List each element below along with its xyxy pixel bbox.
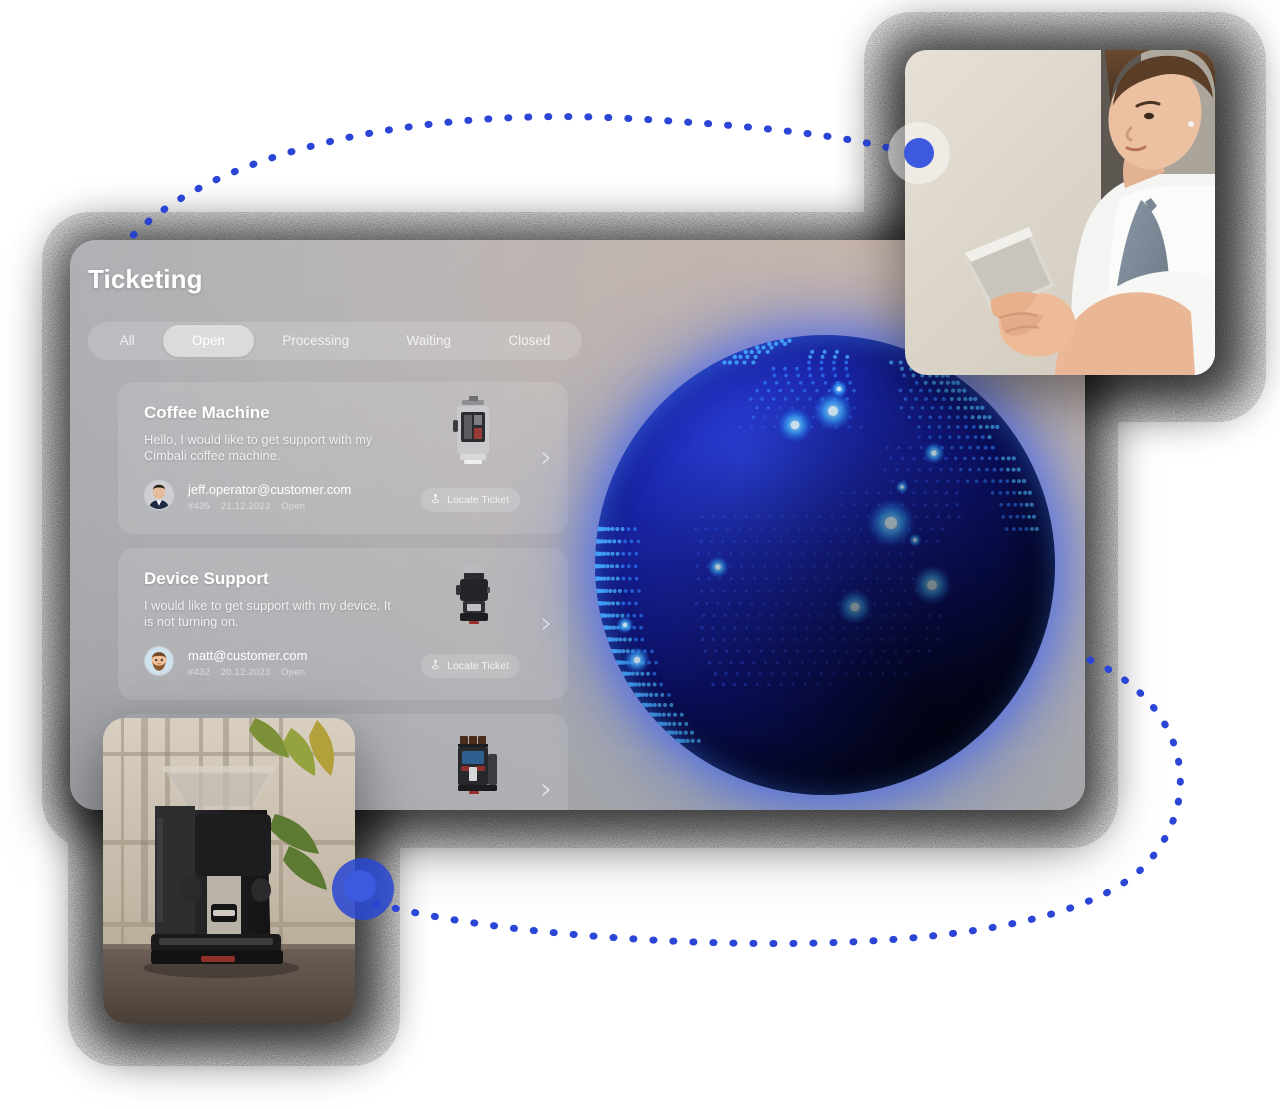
status-filter-tabs[interactable]: All Open Processing Waiting Closed: [88, 322, 582, 360]
locate-pin-icon: [430, 659, 441, 673]
ticket-title: Device Support: [144, 569, 269, 588]
ticket-description: I would like to get support with my devi…: [144, 598, 391, 629]
status-badge: Open: [281, 667, 306, 678]
globe-dot-map: [595, 338, 1039, 744]
espresso-machine-thumbnail: [436, 732, 512, 804]
coffee-machine-thumbnail: [436, 396, 512, 468]
chevron-right-icon[interactable]: [536, 781, 554, 799]
grinder-thumbnail: [436, 562, 512, 634]
ticket-email: jeff.operator@customer.com: [188, 482, 352, 497]
status-badge: Open: [281, 501, 306, 512]
locate-ticket-button[interactable]: Locate Ticket: [421, 488, 520, 512]
node-core: [904, 138, 934, 168]
ticket-id: #435: [188, 501, 210, 512]
photo-coffee-machine: [103, 718, 355, 1023]
world-globe-visualization: [595, 335, 1055, 795]
tab-open[interactable]: Open: [163, 325, 254, 357]
ticket-email: matt@customer.com: [188, 648, 308, 663]
locate-ticket-button[interactable]: Locate Ticket: [421, 654, 520, 678]
table-row[interactable]: Coffee Machine Hello, I would like to ge…: [118, 382, 568, 534]
orbit-node-bottom[interactable]: [332, 858, 394, 920]
ticket-date: 20.12.2023: [220, 667, 271, 678]
globe-sphere: [595, 335, 1055, 795]
avatar: [144, 480, 174, 510]
ticket-date: 21.12.2023: [220, 501, 271, 512]
chevron-right-icon[interactable]: [536, 615, 554, 633]
ticket-meta: #435 21.12.2023 Open: [188, 501, 313, 512]
tab-waiting[interactable]: Waiting: [378, 325, 480, 357]
orbit-node-top[interactable]: [888, 122, 950, 184]
chevron-right-icon[interactable]: [536, 449, 554, 467]
page-title: Ticketing: [88, 264, 203, 294]
ticket-title: Coffee Machine: [144, 403, 270, 422]
table-row[interactable]: Device Support I would like to get suppo…: [118, 548, 568, 700]
tab-processing[interactable]: Processing: [254, 325, 378, 357]
ticket-description: Hello, I would like to get support with …: [144, 432, 373, 463]
photo-barista-phone: [905, 50, 1215, 375]
locate-pin-icon: [430, 493, 441, 507]
node-core: [344, 870, 376, 902]
tab-closed[interactable]: Closed: [480, 325, 579, 357]
locate-ticket-label: Locate Ticket: [447, 494, 509, 506]
ticket-id: #432: [188, 667, 210, 678]
tab-all[interactable]: All: [91, 325, 163, 357]
scene: Ticketing All Open Processing Waiting Cl…: [0, 0, 1280, 1109]
avatar: [144, 646, 174, 676]
ticket-meta: #432 20.12.2023 Open: [188, 667, 313, 678]
locate-ticket-label: Locate Ticket: [447, 660, 509, 672]
